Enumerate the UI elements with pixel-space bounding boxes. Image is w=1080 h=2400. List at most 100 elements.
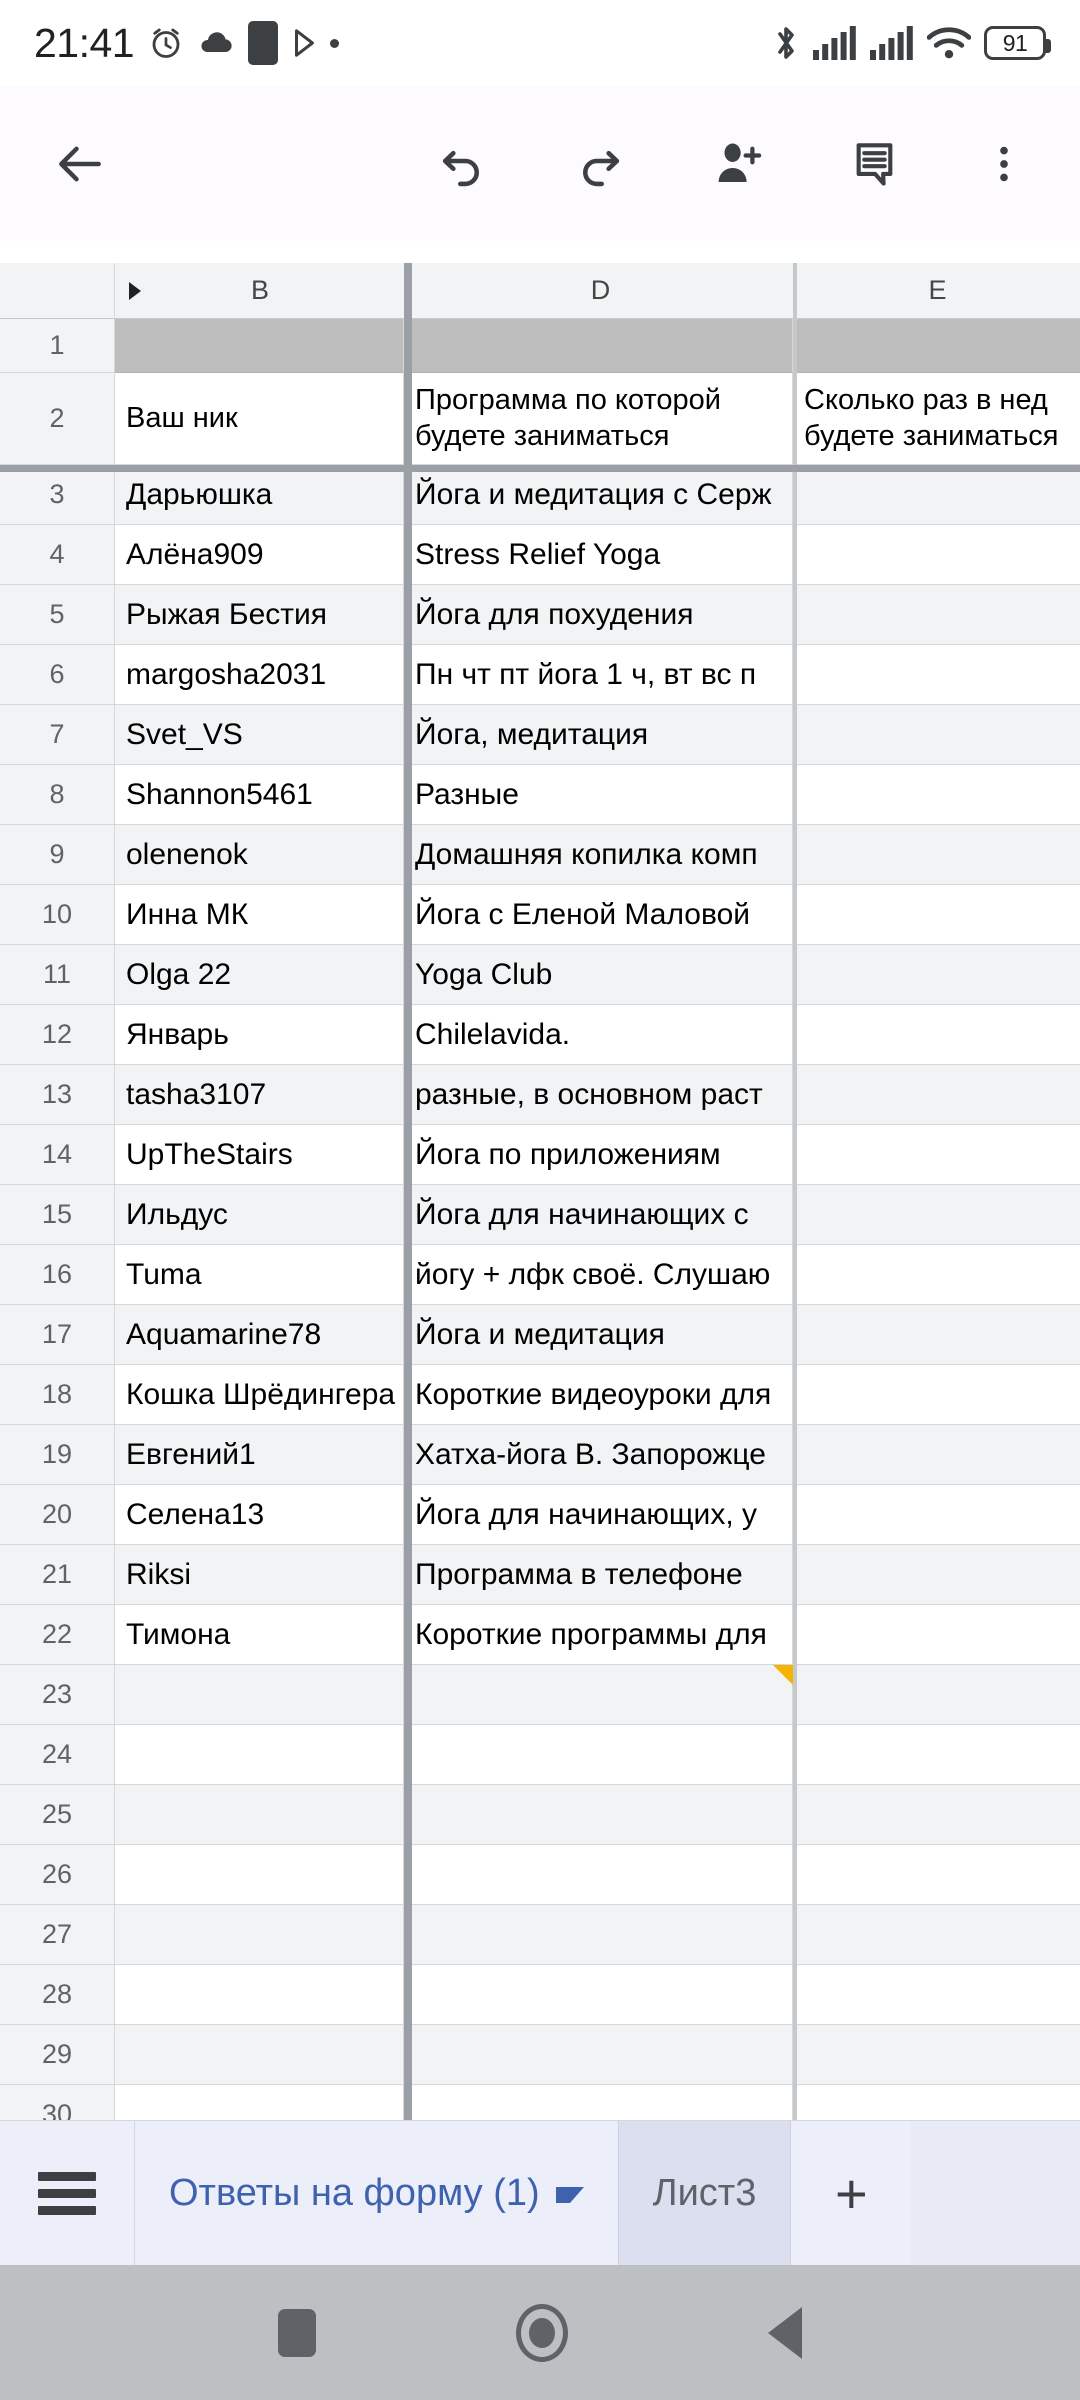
row-number[interactable]: 11 xyxy=(0,945,115,1005)
cell-b29[interactable] xyxy=(115,2025,404,2085)
table-row[interactable]: 11 Olga 22 Yoga Club xyxy=(0,945,1080,1005)
row-number[interactable]: 16 xyxy=(0,1245,115,1305)
table-row[interactable]: 16 Tuma йогу + лфк своё. Слушаю xyxy=(0,1245,1080,1305)
undo-button[interactable] xyxy=(410,112,514,216)
cell-b7[interactable]: Svet_VS xyxy=(115,705,404,765)
cell-e3[interactable] xyxy=(793,465,1080,525)
cell-e8[interactable] xyxy=(793,765,1080,825)
table-row[interactable]: 18 Кошка Шрёдингера Короткие видеоуроки дл… xyxy=(0,1365,1080,1425)
collapse-triangle-icon[interactable] xyxy=(129,281,141,300)
table-row[interactable]: 23 xyxy=(0,1665,1080,1725)
row-number[interactable]: 17 xyxy=(0,1305,115,1365)
cell-e6[interactable] xyxy=(793,645,1080,705)
cell-b12[interactable]: Январь xyxy=(115,1005,404,1065)
table-row[interactable]: 2 Ваш ник Программа по которой будете за… xyxy=(0,373,1080,465)
cell-e20[interactable] xyxy=(793,1485,1080,1545)
cell-d6[interactable]: Пн чт пт йога 1 ч, вт вс п xyxy=(404,645,793,705)
table-row[interactable]: 24 xyxy=(0,1725,1080,1785)
row-number[interactable]: 3 xyxy=(0,465,115,525)
cell-d14[interactable]: Йога по приложениям xyxy=(404,1125,793,1185)
row-number[interactable]: 2 xyxy=(0,373,115,465)
table-row[interactable]: 29 xyxy=(0,2025,1080,2085)
row-number[interactable]: 1 xyxy=(0,319,115,373)
table-row[interactable]: 5 Рыжая Бестия Йога для похудения xyxy=(0,585,1080,645)
table-row[interactable]: 26 xyxy=(0,1845,1080,1905)
row-number[interactable]: 29 xyxy=(0,2025,115,2085)
cell-e7[interactable] xyxy=(793,705,1080,765)
row-number[interactable]: 20 xyxy=(0,1485,115,1545)
cell-d4[interactable]: Stress Relief Yoga xyxy=(404,525,793,585)
cell-d1[interactable] xyxy=(404,319,793,373)
cell-e18[interactable] xyxy=(793,1365,1080,1425)
cell-d23[interactable] xyxy=(404,1665,793,1725)
cell-b25[interactable] xyxy=(115,1785,404,1845)
table-row[interactable]: 10 Инна МК Йога с Еленой Маловой xyxy=(0,885,1080,945)
row-number[interactable]: 4 xyxy=(0,525,115,585)
cell-e12[interactable] xyxy=(793,1005,1080,1065)
table-row[interactable]: 17 Aquamarine78 Йога и медитация xyxy=(0,1305,1080,1365)
cell-e26[interactable] xyxy=(793,1845,1080,1905)
row-number[interactable]: 30 xyxy=(0,2085,115,2120)
cell-d13[interactable]: разные, в основном раст xyxy=(404,1065,793,1125)
table-row[interactable]: 25 xyxy=(0,1785,1080,1845)
row-number[interactable]: 13 xyxy=(0,1065,115,1125)
cell-d18[interactable]: Короткие видеоуроки для xyxy=(404,1365,793,1425)
back-button[interactable] xyxy=(28,112,132,216)
cell-e9[interactable] xyxy=(793,825,1080,885)
table-row[interactable]: 27 xyxy=(0,1905,1080,1965)
cell-d24[interactable] xyxy=(404,1725,793,1785)
recents-icon[interactable] xyxy=(278,2308,316,2357)
table-row[interactable]: 20 Селена13 Йога для начинающих, у xyxy=(0,1485,1080,1545)
cell-e24[interactable] xyxy=(793,1725,1080,1785)
cell-b20[interactable]: Селена13 xyxy=(115,1485,404,1545)
table-row[interactable]: 14 UpTheStairs Йога по приложениям xyxy=(0,1125,1080,1185)
cell-e1[interactable] xyxy=(793,319,1080,373)
cell-e27[interactable] xyxy=(793,1905,1080,1965)
redo-button[interactable] xyxy=(548,112,652,216)
cell-e4[interactable] xyxy=(793,525,1080,585)
cell-e13[interactable] xyxy=(793,1065,1080,1125)
cell-b16[interactable]: Tuma xyxy=(115,1245,404,1305)
table-row[interactable]: 15 Ильдус Йога для начинающих с xyxy=(0,1185,1080,1245)
cell-d7[interactable]: Йога, медитация xyxy=(404,705,793,765)
sheet-tab-active[interactable]: Ответы на форму (1) xyxy=(135,2121,619,2265)
row-number[interactable]: 12 xyxy=(0,1005,115,1065)
row-number[interactable]: 8 xyxy=(0,765,115,825)
cell-d25[interactable] xyxy=(404,1785,793,1845)
row-number[interactable]: 6 xyxy=(0,645,115,705)
cell-d28[interactable] xyxy=(404,1965,793,2025)
row-number[interactable]: 15 xyxy=(0,1185,115,1245)
cell-e30[interactable] xyxy=(793,2085,1080,2120)
row-number[interactable]: 24 xyxy=(0,1725,115,1785)
cell-e16[interactable] xyxy=(793,1245,1080,1305)
cell-d21[interactable]: Программа в телефоне xyxy=(404,1545,793,1605)
cell-b11[interactable]: Olga 22 xyxy=(115,945,404,1005)
row-number[interactable]: 25 xyxy=(0,1785,115,1845)
cell-d19[interactable]: Хатха-йога В. Запорожце xyxy=(404,1425,793,1485)
home-icon[interactable] xyxy=(516,2303,568,2362)
cell-d17[interactable]: Йога и медитация xyxy=(404,1305,793,1365)
select-all-corner[interactable] xyxy=(0,263,115,319)
cell-d12[interactable]: Chilelavida. xyxy=(404,1005,793,1065)
cell-e19[interactable] xyxy=(793,1425,1080,1485)
row-number[interactable]: 28 xyxy=(0,1965,115,2025)
row-number[interactable]: 14 xyxy=(0,1125,115,1185)
cell-d27[interactable] xyxy=(404,1905,793,1965)
cell-e15[interactable] xyxy=(793,1185,1080,1245)
cell-e11[interactable] xyxy=(793,945,1080,1005)
table-row[interactable]: 28 xyxy=(0,1965,1080,2025)
cell-d26[interactable] xyxy=(404,1845,793,1905)
cell-e21[interactable] xyxy=(793,1545,1080,1605)
row-number[interactable]: 23 xyxy=(0,1665,115,1725)
table-row[interactable]: 13 tasha3107 разные, в основном раст xyxy=(0,1065,1080,1125)
cell-b5[interactable]: Рыжая Бестия xyxy=(115,585,404,645)
cell-d29[interactable] xyxy=(404,2025,793,2085)
column-header-e[interactable]: E xyxy=(795,263,1080,319)
cell-b26[interactable] xyxy=(115,1845,404,1905)
spreadsheet-grid[interactable]: B D E 1 2 Ваш ник Программа по которой б… xyxy=(0,263,1080,2120)
row-number[interactable]: 21 xyxy=(0,1545,115,1605)
row-number[interactable]: 7 xyxy=(0,705,115,765)
sheet-list-button[interactable] xyxy=(0,2121,135,2265)
row-number[interactable]: 26 xyxy=(0,1845,115,1905)
cell-b24[interactable] xyxy=(115,1725,404,1785)
